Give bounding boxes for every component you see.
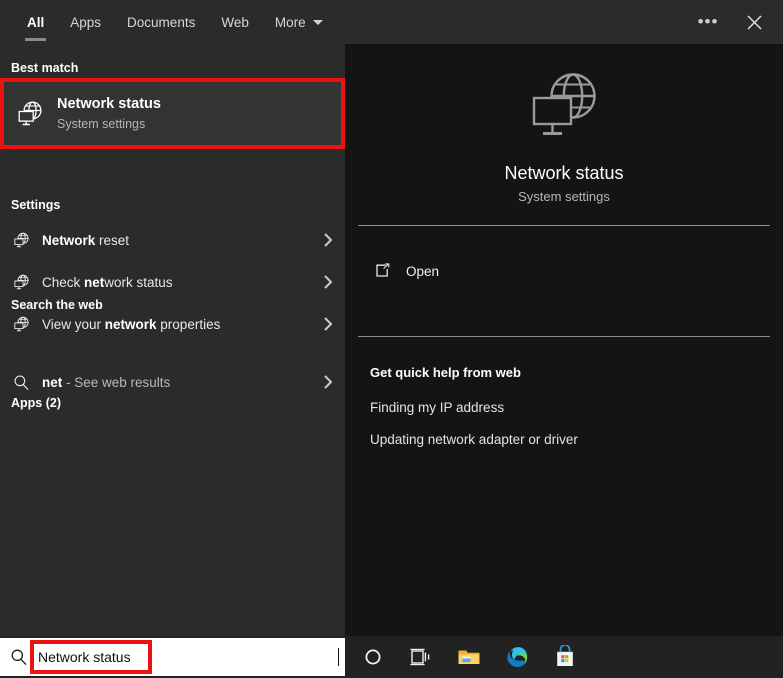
preview-title: Network status (504, 163, 624, 183)
preview-divider-bottom (358, 336, 770, 337)
microsoft-store-icon[interactable] (541, 636, 589, 678)
chevron-down-icon (312, 19, 323, 25)
tab-all[interactable]: All (14, 0, 57, 44)
tab-documents[interactable]: Documents (114, 0, 208, 44)
more-options-button[interactable]: ••• (685, 0, 731, 44)
close-icon (747, 15, 761, 29)
tab-apps[interactable]: Apps (57, 0, 114, 44)
quick-help-header: Get quick help from web (370, 365, 521, 380)
result-row-web-search[interactable]: net - See web results (0, 364, 345, 400)
text-cursor (338, 648, 339, 666)
apps-header: Apps (2) (11, 396, 61, 410)
search-icon (0, 648, 38, 666)
label-suffix: work status (104, 274, 173, 290)
close-button[interactable] (731, 0, 777, 44)
label-match: network (104, 316, 157, 332)
best-match-subtitle: System settings (57, 117, 146, 131)
tab-more-label: More (274, 14, 306, 30)
tab-web-label: Web (221, 14, 249, 30)
result-row-check-network-status[interactable]: Check network status (0, 264, 345, 300)
chevron-right-icon[interactable] (311, 274, 345, 290)
search-results-pane: Best match Network status System setting… (0, 44, 345, 636)
search-tab-bar: All Apps Documents Web More ••• (0, 0, 783, 44)
label-suffix: reset (95, 232, 130, 248)
best-match-title: Network status (57, 96, 161, 112)
help-link-finding-ip-address[interactable]: Finding my IP address (370, 400, 504, 415)
best-match-header: Best match (11, 61, 79, 75)
tab-all-label: All (27, 14, 45, 30)
ellipsis-icon: ••• (697, 12, 719, 31)
chevron-right-icon[interactable] (311, 374, 345, 390)
label-match: net (84, 274, 105, 290)
open-label: Open (406, 263, 440, 279)
task-view-icon[interactable] (397, 636, 445, 678)
preview-divider-top (358, 225, 770, 226)
network-status-large-icon (523, 69, 605, 146)
result-label-network-reset: Network reset (42, 233, 311, 248)
open-action-button[interactable]: Open (358, 251, 770, 291)
network-globe-icon (0, 316, 42, 333)
label-suffix: properties (156, 316, 221, 332)
cortana-icon[interactable] (349, 636, 397, 678)
result-label-view-network-properties: View your network properties (42, 317, 311, 332)
tab-apps-label: Apps (70, 14, 102, 30)
windows-search-overlay: All Apps Documents Web More ••• Best mat… (0, 0, 783, 678)
label-prefix: View your (42, 316, 105, 332)
network-status-icon (3, 82, 57, 146)
microsoft-edge-icon[interactable] (493, 636, 541, 678)
taskbar-icon-group (345, 636, 783, 678)
tab-more[interactable]: More (262, 0, 336, 44)
web-suffix-text: - See web results (62, 374, 171, 390)
preview-hero: Network status System settings (345, 44, 783, 220)
search-input[interactable] (38, 638, 338, 676)
tab-list: All Apps Documents Web More (0, 0, 336, 44)
result-label-web-search: net - See web results (42, 375, 311, 390)
settings-header: Settings (11, 198, 61, 212)
tab-documents-label: Documents (127, 14, 196, 30)
label-prefix: Check (42, 274, 85, 290)
search-icon (0, 374, 42, 391)
web-query-text: net (42, 374, 63, 390)
file-explorer-icon[interactable] (445, 636, 493, 678)
label-match: Network (42, 232, 96, 248)
chevron-right-icon[interactable] (311, 316, 345, 332)
preview-pane: Network status System settings Open Get … (345, 44, 783, 636)
preview-subtitle: System settings (518, 189, 610, 204)
best-match-text: Network status System settings (57, 95, 161, 133)
external-link-icon (358, 262, 406, 280)
tab-web[interactable]: Web (208, 0, 262, 44)
network-globe-icon (0, 274, 42, 291)
search-the-web-header: Search the web (11, 298, 103, 312)
result-row-network-reset[interactable]: Network reset (0, 222, 345, 258)
best-match-result-network-status[interactable]: Network status System settings (3, 82, 342, 146)
network-globe-icon (0, 232, 42, 249)
help-link-updating-network-adapter[interactable]: Updating network adapter or driver (370, 432, 578, 447)
taskbar-search-box[interactable] (0, 638, 345, 676)
result-label-check-network-status: Check network status (42, 275, 311, 290)
chevron-right-icon[interactable] (311, 232, 345, 248)
